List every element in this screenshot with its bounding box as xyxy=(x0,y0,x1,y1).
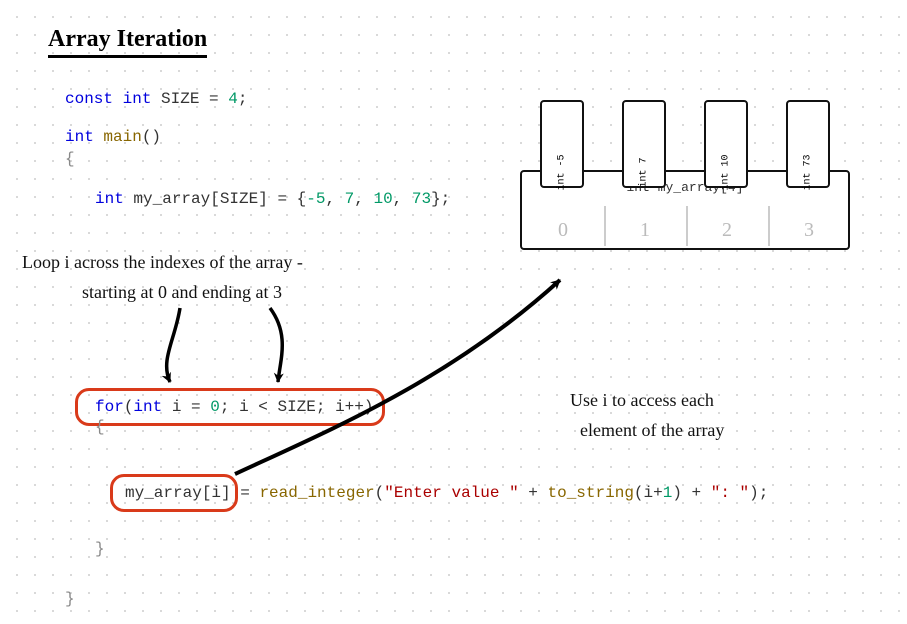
num-4: 4 xyxy=(228,90,238,108)
for-zero: 0 xyxy=(210,398,220,416)
semi: ; xyxy=(238,90,248,108)
assign-open: ( xyxy=(375,484,385,502)
kw-int2: int xyxy=(65,128,94,146)
plus1: + xyxy=(519,484,548,502)
c1: , xyxy=(325,190,344,208)
v1: -5 xyxy=(306,190,325,208)
fn-read: read_integer xyxy=(259,484,374,502)
assign-end: ); xyxy=(749,484,768,502)
c2: , xyxy=(354,190,373,208)
kw-int3: int xyxy=(95,190,124,208)
card-3: int 73 xyxy=(786,100,830,188)
for-init: i = xyxy=(162,398,210,416)
card-val-0: int -5 xyxy=(557,153,568,193)
kw-int: int xyxy=(113,90,151,108)
argend: ) + xyxy=(672,484,710,502)
num1: 1 xyxy=(663,484,673,502)
array-diagram: int my_array[4] 0 1 2 3 int -5 int 7 int… xyxy=(520,170,860,250)
idx-2: 2 xyxy=(686,219,768,242)
paren: () xyxy=(142,128,161,146)
code-line-array-decl: int my_array[SIZE] = {-5, 7, 10, 73}; xyxy=(95,190,450,208)
code-line-assign: my_array[i] = read_integer("Enter value … xyxy=(125,484,768,502)
v2: 7 xyxy=(345,190,355,208)
v3: 10 xyxy=(373,190,392,208)
str2: ": " xyxy=(711,484,749,502)
brace-close-for: } xyxy=(95,540,105,558)
array-tray: int my_array[4] 0 1 2 3 int -5 int 7 int… xyxy=(520,170,850,250)
annotation-loop-l1: Loop i across the indexes of the array - xyxy=(22,250,303,275)
idx-1: 1 xyxy=(604,219,686,242)
for-cond: ; i < SIZE; i++) xyxy=(220,398,374,416)
assign-eq: = xyxy=(231,484,260,502)
card-val-1: int 7 xyxy=(639,153,650,193)
idx-3: 3 xyxy=(768,219,850,242)
assign-lhs: my_array[i] xyxy=(125,484,231,502)
c3: , xyxy=(393,190,412,208)
kw-for: for xyxy=(95,398,124,416)
arr-end: }; xyxy=(431,190,450,208)
for-open: ( xyxy=(124,398,134,416)
var-size: SIZE = xyxy=(151,90,228,108)
arrow-to-init xyxy=(167,308,180,382)
arr-decl: my_array[SIZE] = { xyxy=(124,190,306,208)
v4: 73 xyxy=(412,190,431,208)
arrow-to-cond xyxy=(270,308,282,382)
card-1: int 7 xyxy=(622,100,666,188)
brace-open-main: { xyxy=(65,150,75,168)
card-0: int -5 xyxy=(540,100,584,188)
annotation-loop-l2: starting at 0 and ending at 3 xyxy=(82,280,282,305)
arg: (i+ xyxy=(634,484,663,502)
code-line-const: const int SIZE = 4; xyxy=(65,90,247,108)
brace-close-main: } xyxy=(65,590,75,608)
page-title: Array Iteration xyxy=(48,26,207,58)
for-int: int xyxy=(133,398,162,416)
card-val-2: int 10 xyxy=(721,153,732,193)
code-line-for: for(int i = 0; i < SIZE; i++) xyxy=(95,398,373,416)
annotation-use-l2: element of the array xyxy=(580,418,724,443)
code-line-main: int main() xyxy=(65,128,161,146)
kw-const: const xyxy=(65,90,113,108)
annotation-use-l1: Use i to access each xyxy=(570,388,714,413)
str1: "Enter value " xyxy=(384,484,518,502)
card-val-3: int 73 xyxy=(803,153,814,193)
fn-main: main xyxy=(94,128,142,146)
fn-tostring: to_string xyxy=(548,484,634,502)
arrow-to-diagram xyxy=(235,280,560,474)
card-2: int 10 xyxy=(704,100,748,188)
brace-open-for: { xyxy=(95,418,105,436)
idx-0: 0 xyxy=(522,219,604,242)
